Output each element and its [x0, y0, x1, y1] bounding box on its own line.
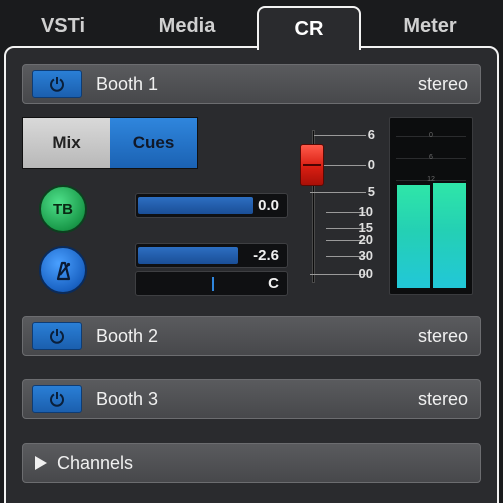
pan-field[interactable]: C: [135, 271, 288, 296]
channels-label: Channels: [57, 452, 134, 473]
booth-2-header[interactable]: Booth 2 stereo: [22, 316, 481, 356]
tab-vsti[interactable]: VSTi: [8, 6, 118, 46]
booth-3-header[interactable]: Booth 3 stereo: [22, 379, 481, 419]
talkback-level-field[interactable]: 0.0: [135, 193, 288, 218]
metronome-icon: [56, 261, 71, 281]
meter-grid-label: 12: [427, 176, 435, 183]
meter-bar-right: [433, 183, 466, 288]
tab-meter[interactable]: Meter: [362, 6, 498, 46]
meter-grid-label: 6: [429, 154, 433, 161]
power-icon: [50, 392, 64, 407]
booth-2-mode: stereo: [417, 325, 468, 346]
fader-scale-label: 0: [367, 157, 375, 172]
fader-cap[interactable]: [300, 144, 324, 186]
talkback-level-fill: [138, 197, 253, 214]
fader-cap-line: [303, 164, 321, 166]
booth-3-power-button[interactable]: [32, 385, 82, 413]
expand-triangle-icon: [35, 456, 47, 470]
booth-2-power-button[interactable]: [32, 322, 82, 350]
click-level-field[interactable]: -2.6: [135, 243, 288, 268]
fader-scale-tick: [310, 192, 366, 193]
pan-indicator: [212, 277, 214, 291]
booth-3-mode: stereo: [417, 388, 468, 409]
fader-scale-label: 10: [358, 204, 373, 219]
mix-cues-toggle: Mix Cues: [22, 117, 198, 169]
pan-value: C: [268, 275, 279, 292]
fader-scale-label: 30: [358, 248, 373, 263]
booth-1-name: Booth 1: [96, 73, 159, 94]
power-icon: [50, 329, 64, 344]
talkback-level-value: 0.0: [258, 197, 279, 214]
fader-scale-label: 5: [367, 184, 375, 199]
booth-1-mode: stereo: [417, 73, 468, 94]
fader-scale-label: 00: [358, 266, 373, 281]
booth-2-name: Booth 2: [96, 325, 159, 346]
fader-scale-label: 20: [358, 232, 373, 247]
cues-button[interactable]: Cues: [110, 118, 197, 168]
talkback-label: TB: [53, 200, 73, 218]
mix-button[interactable]: Mix: [23, 118, 110, 168]
channels-row[interactable]: Channels: [22, 443, 481, 483]
booth-1-power-button[interactable]: [32, 70, 82, 98]
meter-grid-label: 0: [429, 132, 433, 139]
click-level-fill: [138, 247, 238, 264]
talkback-button[interactable]: TB: [39, 185, 87, 233]
meter-bar-left: [397, 185, 430, 288]
metronome-button[interactable]: [39, 246, 87, 294]
booth-3-name: Booth 3: [96, 388, 159, 409]
click-level-value: -2.6: [253, 247, 279, 264]
tab-media[interactable]: Media: [118, 6, 256, 46]
fader-scale-label: 6: [367, 127, 375, 142]
level-meter: 0 6 12: [389, 117, 473, 295]
power-icon: [50, 77, 64, 92]
fader-scale-tick: [314, 135, 366, 136]
tab-cr[interactable]: CR: [257, 6, 361, 50]
tab-bar: VSTi Media CR Meter: [0, 0, 503, 50]
booth-1-header[interactable]: Booth 1 stereo: [22, 64, 481, 104]
